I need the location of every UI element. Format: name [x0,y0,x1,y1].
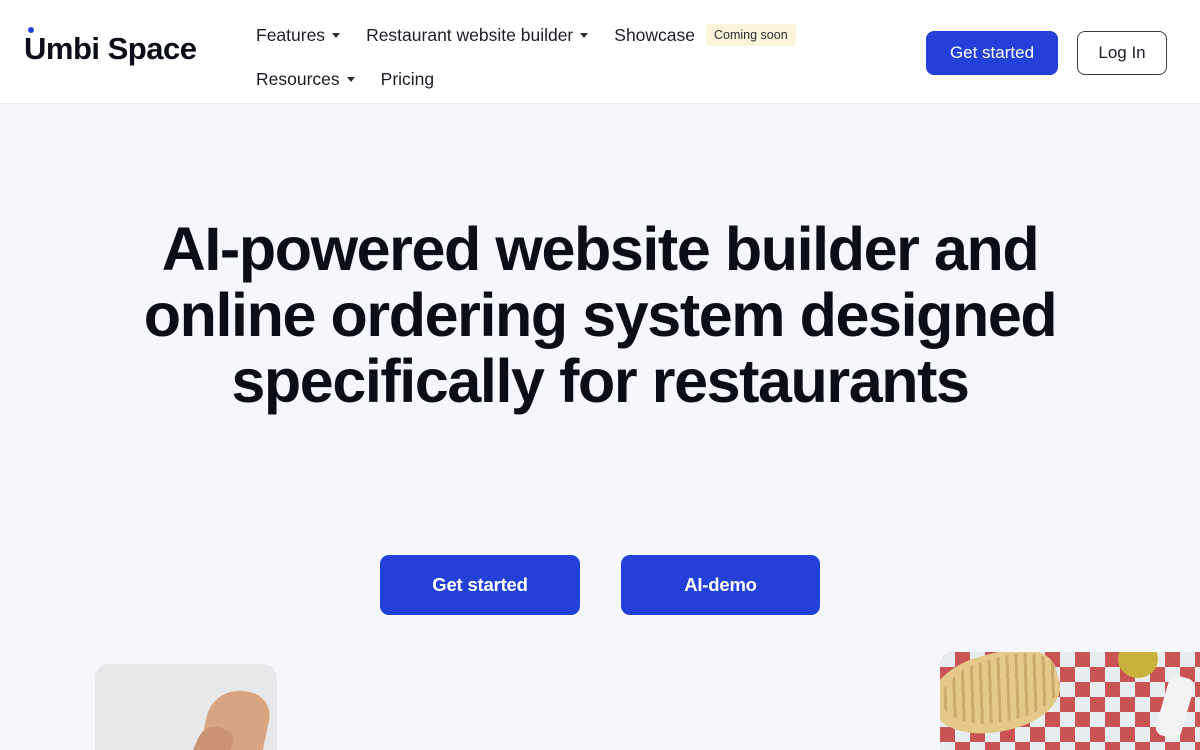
hero-photo-left [95,664,277,750]
chevron-down-icon [580,32,589,38]
nav-item-showcase[interactable]: Showcase Coming soon [614,17,796,53]
page-title: AI-powered website builder and online or… [143,215,1058,415]
hero-cta-row: Get started AI-demo [380,555,820,615]
site-header: Umbi Space Features Restaurant website b… [0,0,1200,104]
nav-item-label: Pricing [380,68,435,89]
nav-item-restaurant-website-builder[interactable]: Restaurant website builder [366,17,589,53]
header-get-started-button[interactable]: Get started [926,31,1058,75]
hero-get-started-button[interactable]: Get started [380,555,580,615]
nav-item-label: Showcase [614,24,696,45]
hero-section: AI-powered website builder and online or… [0,104,1200,750]
chevron-down-icon [346,76,355,82]
nav-item-features[interactable]: Features [256,17,341,53]
nav-item-label: Resources [256,68,340,89]
main-navigation: Features Restaurant website builder Show… [256,17,916,97]
header-actions: Get started Log In [926,31,1167,75]
nav-item-resources[interactable]: Resources [256,61,355,97]
chevron-down-icon [332,32,341,38]
header-login-button[interactable]: Log In [1077,31,1167,75]
hero-photo-right [940,652,1200,750]
nav-item-pricing[interactable]: Pricing [381,61,435,97]
nav-item-label: Restaurant website builder [366,24,574,45]
status-badge-coming-soon: Coming soon [706,24,796,46]
nav-item-label: Features [256,24,326,45]
hero-ai-demo-button[interactable]: AI-demo [621,555,820,615]
site-logo[interactable]: Umbi Space [24,33,197,64]
